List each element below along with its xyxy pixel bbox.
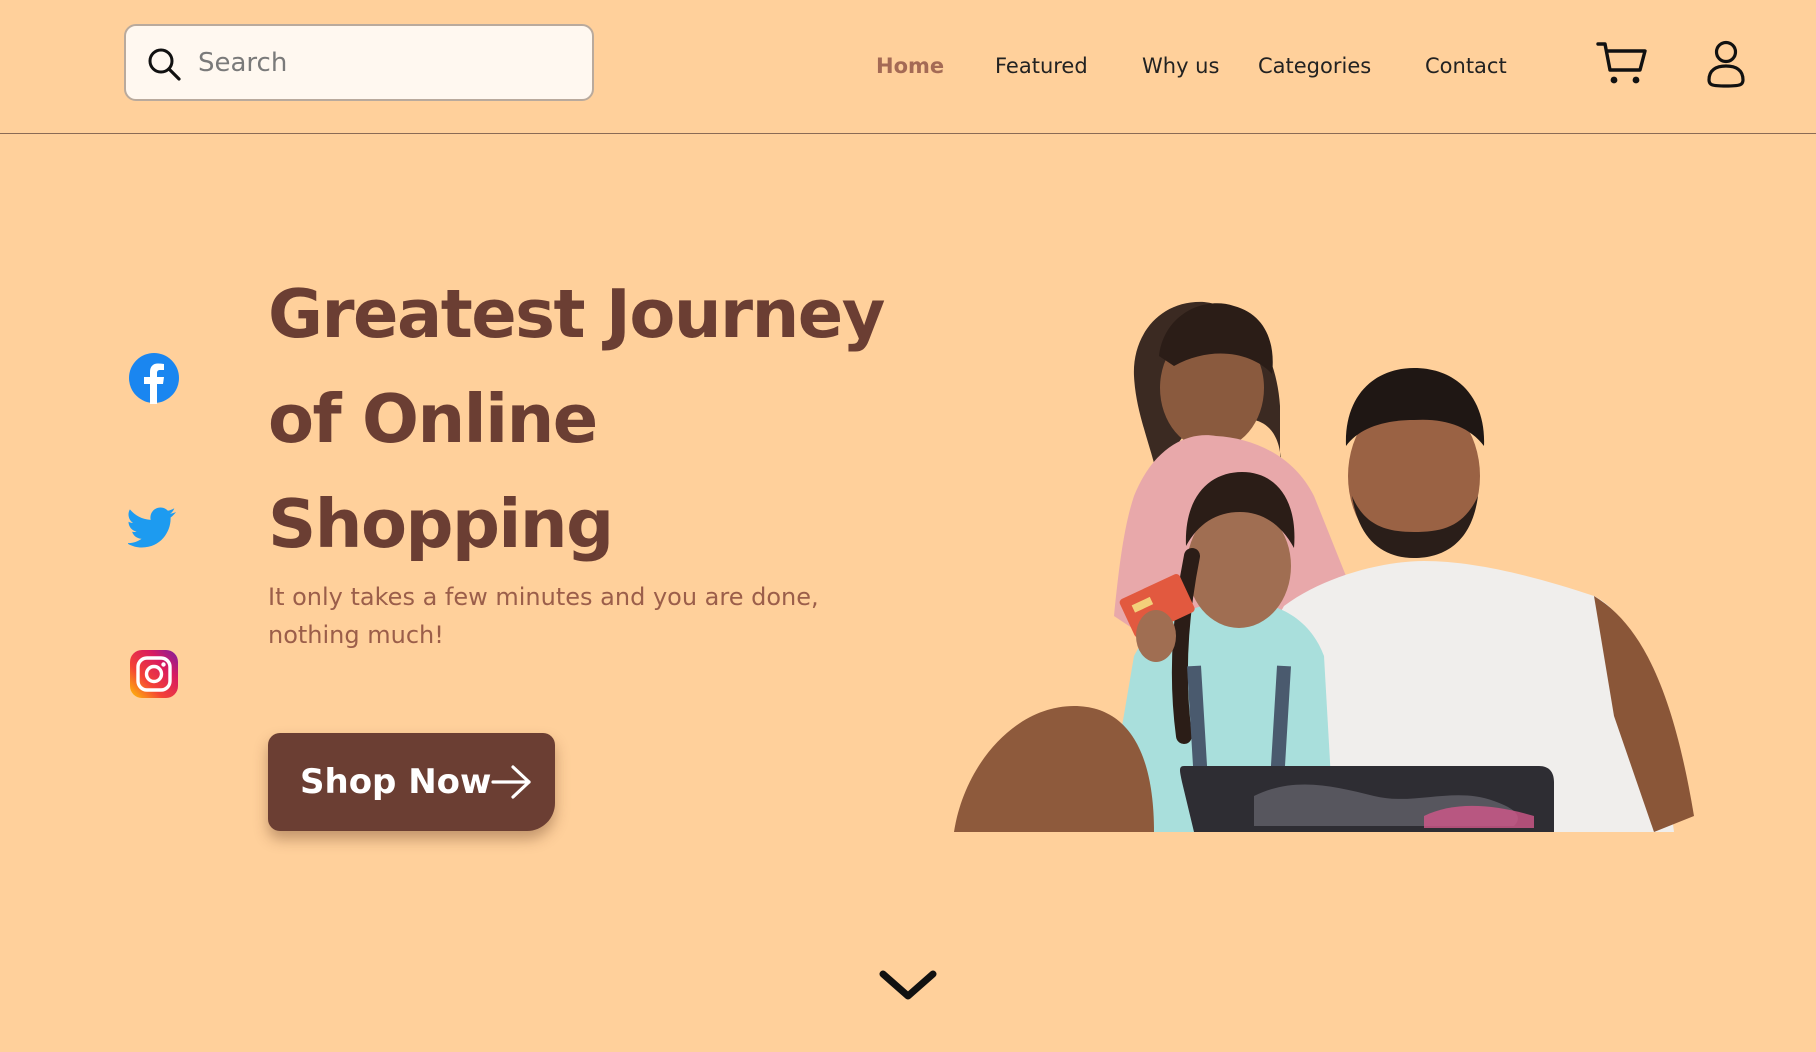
nav-contact[interactable]: Contact <box>1425 54 1507 78</box>
nav-featured[interactable]: Featured <box>995 54 1088 78</box>
nav-why-us[interactable]: Why us <box>1142 54 1219 78</box>
arrow-right-icon <box>491 765 531 799</box>
search-input[interactable] <box>198 38 578 88</box>
twitter-icon[interactable] <box>128 500 180 552</box>
search-icon <box>148 48 181 81</box>
hero-subtitle: It only takes a few minutes and you are … <box>268 583 819 649</box>
chevron-down-icon[interactable] <box>878 966 938 1004</box>
user-icon[interactable] <box>1706 40 1746 88</box>
landing-page: Home Featured Why us Categories Contact <box>0 0 1816 1052</box>
nav-categories[interactable]: Categories <box>1258 54 1371 78</box>
nav-home[interactable]: Home <box>876 54 944 78</box>
hero-title-line-3: Shopping <box>268 485 614 563</box>
facebook-icon[interactable] <box>128 352 180 404</box>
instagram-icon[interactable] <box>128 648 180 700</box>
cart-icon[interactable] <box>1596 40 1648 86</box>
hero-title: Greatest Journey of Online Shopping <box>268 262 988 577</box>
hero-title-line-2: of Online <box>268 380 598 458</box>
top-header: Home Featured Why us Categories Contact <box>0 0 1816 134</box>
shop-now-button[interactable]: Shop Now <box>268 733 555 831</box>
search-box[interactable] <box>124 24 594 101</box>
hero-family-image <box>954 301 1694 832</box>
hero-title-line-1: Greatest Journey <box>268 275 885 353</box>
shop-now-label: Shop Now <box>300 762 492 802</box>
